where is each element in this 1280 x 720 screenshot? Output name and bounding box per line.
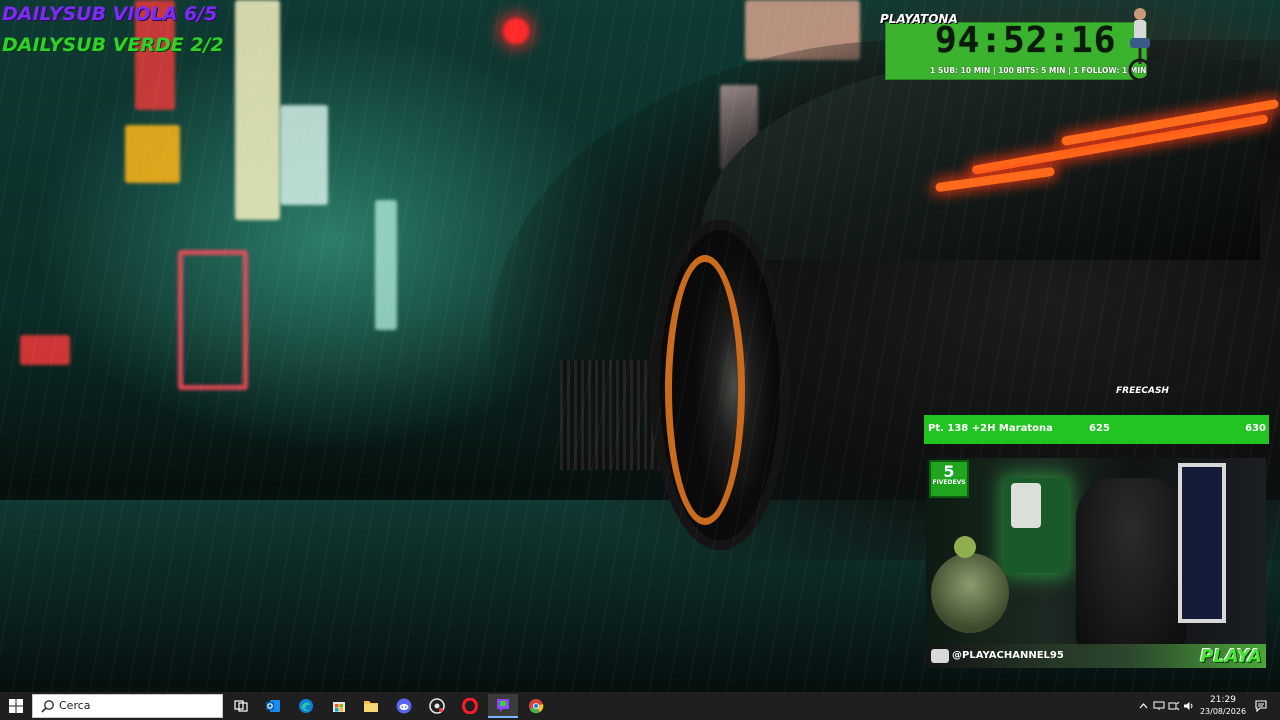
clock-time[interactable]: 21:29: [1200, 695, 1246, 705]
webcam-figure: [1011, 483, 1041, 528]
edge-button[interactable]: [291, 694, 321, 718]
webcam-footer-banner: @PLAYACHANNEL95 PLAYA: [926, 644, 1266, 668]
taskbar-search-box[interactable]: Cerca: [32, 694, 223, 718]
webcam-window: [1178, 463, 1226, 623]
twitch-studio-button[interactable]: [488, 694, 518, 718]
webcam-plush-toy: [931, 553, 1009, 633]
tray-overflow-button[interactable]: [1136, 698, 1150, 714]
search-placeholder: Cerca: [59, 699, 91, 712]
chrome-button[interactable]: [521, 694, 551, 718]
tray-display-button[interactable]: [1167, 698, 1181, 714]
dailysub-viola-counter: DAILYSUB VIOLA 6/5: [2, 3, 218, 25]
task-view-button[interactable]: [226, 694, 256, 718]
goal-label: Pt. 138 +2H Maratona: [928, 423, 1053, 434]
goal-current-value: 625: [1089, 423, 1110, 434]
file-explorer-button[interactable]: [356, 694, 386, 718]
action-center-button[interactable]: [1250, 692, 1272, 720]
opera-button[interactable]: [455, 694, 485, 718]
tray-network-button[interactable]: [1152, 698, 1166, 714]
dailysub-verde-counter: DAILYSUB VERDE 2/2: [2, 34, 224, 56]
twitch-studio-icon: [497, 699, 509, 712]
opera-icon: [462, 698, 478, 714]
start-button[interactable]: [0, 692, 32, 720]
task-view-icon: [234, 700, 248, 712]
webcam-feed: 5 FIVEDEVS @PLAYACHANNEL95 PLAYA: [926, 458, 1266, 668]
desktop: DAILYSUB VIOLA 6/5 DAILYSUB VERDE 2/2 PL…: [0, 0, 1280, 720]
youtube-icon: [931, 649, 949, 663]
goal-target-value: 630: [1245, 423, 1266, 434]
windows-logo-icon: [9, 699, 23, 713]
outlook-button[interactable]: [258, 694, 288, 718]
timer-rules-text: 1 SUB: 10 MIN | 100 BITS: 5 MIN | 1 FOLL…: [930, 66, 1147, 75]
chrome-icon: [529, 699, 544, 714]
discord-icon: [396, 698, 412, 714]
store-icon: [333, 702, 345, 712]
store-button[interactable]: [324, 694, 354, 718]
volume-icon: [1184, 702, 1193, 710]
cyclist-icon: [1128, 8, 1152, 82]
webcam-gaming-chair: [1076, 478, 1186, 648]
subathon-timer-value: 94:52:16: [935, 20, 1117, 61]
edge-icon: [299, 699, 313, 713]
streamlabs-icon: [429, 698, 445, 714]
display-icon: [1168, 701, 1180, 711]
freecash-logo: FREECASH: [1116, 386, 1169, 396]
clock-date[interactable]: 23/08/2026: [1196, 707, 1250, 716]
discord-button[interactable]: [389, 694, 419, 718]
streamlabs-button[interactable]: [422, 694, 452, 718]
network-icon: [1153, 701, 1165, 710]
chevron-up-icon: [1139, 703, 1147, 709]
fivedevs-badge: 5 FIVEDEVS: [929, 460, 969, 498]
notification-icon: [1255, 700, 1267, 712]
badge-number: 5: [943, 462, 955, 481]
taskbar: Cerca 21:29 23/08/2026: [0, 692, 1280, 720]
outlook-icon: [266, 700, 280, 712]
search-icon: [41, 700, 54, 713]
tray-volume-button[interactable]: [1182, 698, 1196, 714]
file-explorer-icon: [364, 701, 378, 712]
badge-text: FIVEDEVS: [932, 479, 966, 486]
goal-progress-bar: Pt. 138 +2H Maratona 625 630: [924, 415, 1269, 444]
channel-handle: @PLAYACHANNEL95: [952, 650, 1064, 661]
webcam-small-plush: [954, 536, 976, 558]
playa-brand-logo: PLAYA: [1200, 646, 1262, 667]
